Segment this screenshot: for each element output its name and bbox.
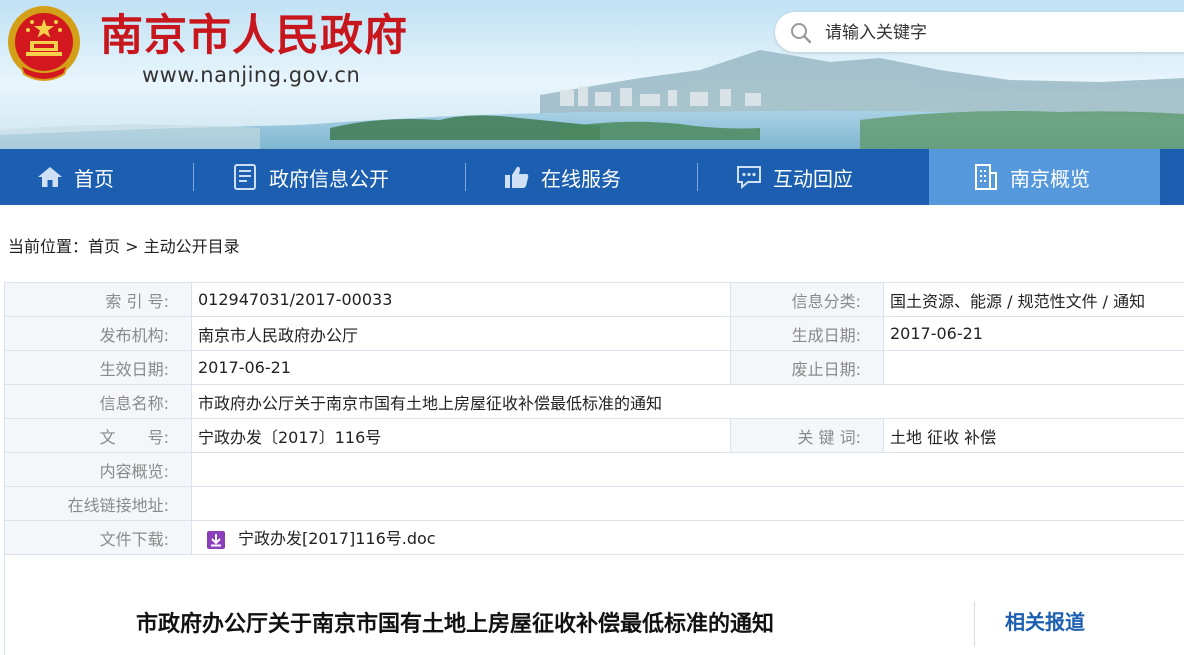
download-label: 文件下载: — [5, 521, 192, 555]
download-file-link[interactable]: 宁政办发[2017]116号.doc — [238, 529, 436, 548]
nav-gov-info-label: 政府信息公开 — [269, 163, 389, 192]
nav-divider — [465, 163, 466, 191]
created-date-value: 2017-06-21 — [884, 317, 1184, 351]
search-icon[interactable] — [789, 21, 813, 45]
main-nav: 首页 政府信息公开 在线服务 互动回应 南京概览 — [0, 149, 1184, 205]
keywords-value: 土地 征收 补偿 — [884, 419, 1184, 453]
header-banner: 南京市人民政府 www.nanjing.gov.cn — [0, 0, 1184, 149]
table-row: 内容概览: — [5, 453, 1184, 487]
document-icon — [231, 163, 259, 191]
table-row: 文件下载: 宁政办发[2017]116号.doc — [5, 521, 1184, 555]
home-icon — [36, 163, 64, 191]
online-link-label: 在线链接地址: — [5, 487, 192, 521]
table-row: 信息名称: 市政府办公厅关于南京市国有土地上房屋征收补偿最低标准的通知 — [5, 385, 1184, 419]
search-box[interactable] — [775, 12, 1184, 52]
publisher-label: 发布机构: — [5, 317, 192, 351]
nav-online-service-label: 在线服务 — [541, 163, 621, 192]
index-number-value: 012947031/2017-00033 — [192, 283, 731, 317]
nav-divider — [697, 163, 698, 191]
online-link-value — [192, 487, 1184, 521]
breadcrumb-current-link[interactable]: 主动公开目录 — [144, 237, 240, 256]
document-info-table: 索 引 号: 012947031/2017-00033 信息分类: 国土资源、能… — [4, 282, 1184, 555]
keywords-label: 关 键 词: — [731, 419, 884, 453]
download-icon[interactable] — [206, 530, 226, 550]
expiry-date-value — [884, 351, 1184, 385]
building-icon — [972, 163, 1000, 191]
nav-interaction[interactable]: 互动回应 — [735, 149, 853, 205]
thumbs-up-icon — [503, 163, 531, 191]
search-input[interactable] — [823, 12, 1184, 54]
site-url: www.nanjing.gov.cn — [142, 63, 360, 87]
index-number-label: 索 引 号: — [5, 283, 192, 317]
table-row: 生效日期: 2017-06-21 废止日期: — [5, 351, 1184, 385]
site-title: 南京市人民政府 — [100, 8, 408, 64]
nav-home[interactable]: 首页 — [36, 149, 114, 205]
table-row: 发布机构: 南京市人民政府办公厅 生成日期: 2017-06-21 — [5, 317, 1184, 351]
category-value: 国土资源、能源 / 规范性文件 / 通知 — [884, 283, 1184, 317]
download-cell: 宁政办发[2017]116号.doc — [192, 521, 1184, 555]
chat-icon — [735, 163, 763, 191]
nav-nanjing-overview-label: 南京概览 — [1010, 163, 1090, 192]
effective-date-label: 生效日期: — [5, 351, 192, 385]
summary-value — [192, 453, 1184, 487]
nav-nanjing-overview[interactable]: 南京概览 — [929, 149, 1160, 205]
category-label: 信息分类: — [731, 283, 884, 317]
breadcrumb-prefix: 当前位置： — [8, 237, 88, 256]
related-reports-heading[interactable]: 相关报道 — [1005, 606, 1085, 635]
table-row: 在线链接地址: — [5, 487, 1184, 521]
breadcrumb-home-link[interactable]: 首页 — [88, 237, 120, 256]
created-date-label: 生成日期: — [731, 317, 884, 351]
doc-number-value: 宁政办发〔2017〕116号 — [192, 419, 731, 453]
column-divider — [974, 601, 975, 647]
publisher-value: 南京市人民政府办公厅 — [192, 317, 731, 351]
effective-date-value: 2017-06-21 — [192, 351, 731, 385]
summary-label: 内容概览: — [5, 453, 192, 487]
nav-divider — [193, 163, 194, 191]
content-area — [4, 555, 1184, 655]
document-title: 市政府办公厅关于南京市国有土地上房屋征收补偿最低标准的通知 — [136, 606, 774, 638]
table-row: 索 引 号: 012947031/2017-00033 信息分类: 国土资源、能… — [5, 283, 1184, 317]
nav-home-label: 首页 — [74, 163, 114, 192]
info-name-value: 市政府办公厅关于南京市国有土地上房屋征收补偿最低标准的通知 — [192, 385, 1184, 419]
expiry-date-label: 废止日期: — [731, 351, 884, 385]
nav-online-service[interactable]: 在线服务 — [503, 149, 621, 205]
nav-gov-info[interactable]: 政府信息公开 — [231, 149, 389, 205]
doc-number-label: 文 号: — [5, 419, 192, 453]
breadcrumb: 当前位置：首页 > 主动公开目录 — [8, 233, 240, 257]
info-name-label: 信息名称: — [5, 385, 192, 419]
national-emblem-logo — [6, 4, 82, 88]
breadcrumb-separator: > — [120, 237, 144, 256]
table-row: 文 号: 宁政办发〔2017〕116号 关 键 词: 土地 征收 补偿 — [5, 419, 1184, 453]
nav-interaction-label: 互动回应 — [773, 163, 853, 192]
